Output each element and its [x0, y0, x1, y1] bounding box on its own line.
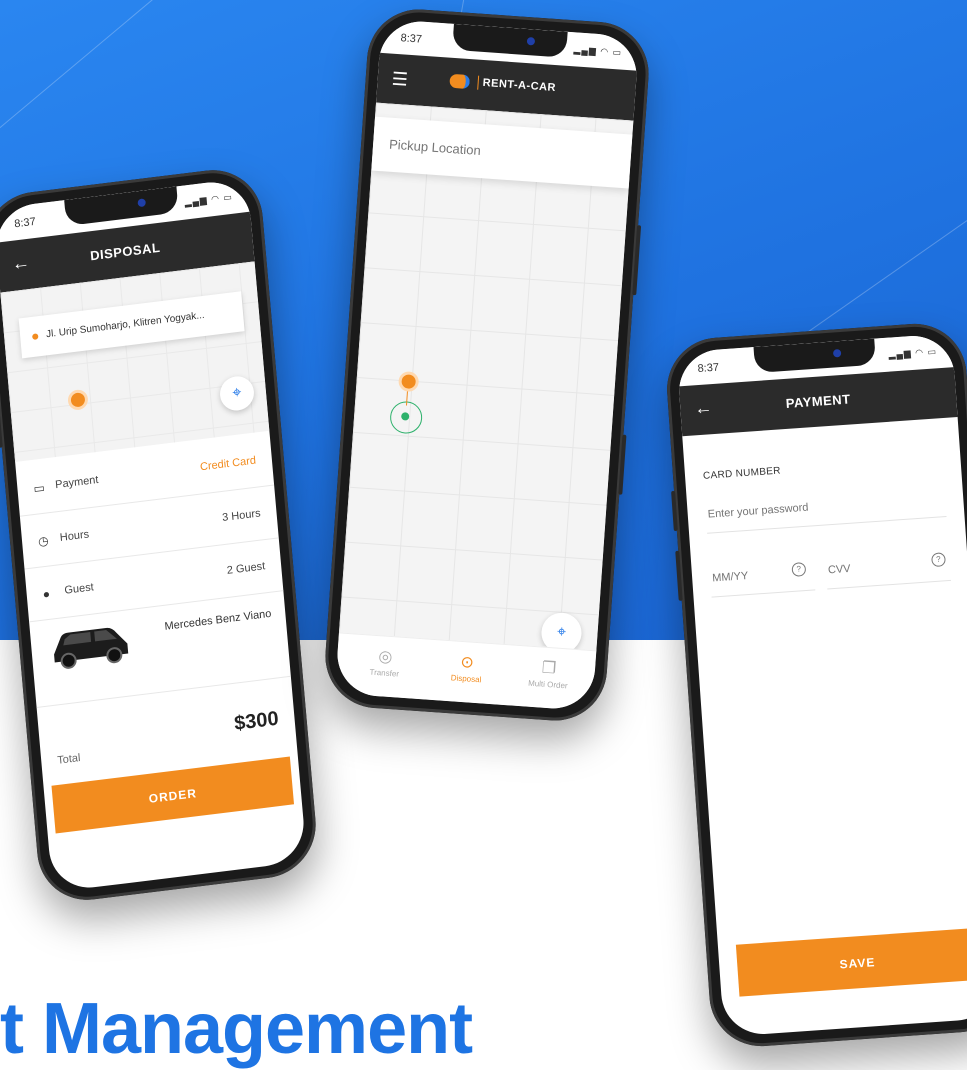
disposal-screen: 8:37 ▂▄▆ ◠ ▭ ← DISPOSAL Jl. Urip Sumohar… [0, 177, 308, 893]
total-label: Total [56, 752, 81, 767]
credit-card-icon: ▭ [32, 480, 46, 496]
signal-wifi-battery-icon: ▂▄▆ ◠ ▭ [573, 44, 623, 58]
order-button[interactable]: ORDER [51, 756, 295, 834]
signal-wifi-battery-icon: ▂▄▆ ◠ ▭ [184, 191, 234, 208]
location-dot-icon [32, 333, 39, 340]
save-button[interactable]: SAVE [735, 928, 967, 997]
row-label: Hours [59, 528, 90, 544]
phone-map: 8:37 ▂▄▆ ◠ ▭ ☰ RENT-A-CAR ⌖ ◎ Transfer ⊙… [321, 6, 653, 724]
phone-payment: 8:37 ▂▄▆ ◠ ▭ ← PAYMENT CARD NUMBER ? ? S… [663, 320, 967, 1050]
row-label: Payment [54, 473, 99, 492]
divider [36, 675, 291, 709]
status-time: 8:37 [13, 215, 37, 231]
hamburger-menu-icon[interactable]: ☰ [391, 69, 408, 91]
tab-label: Multi Order [527, 678, 568, 691]
signal-wifi-battery-icon: ▂▄▆ ◠ ▭ [888, 346, 938, 360]
cvv-input[interactable] [824, 543, 952, 590]
row-label: Guest [64, 581, 95, 597]
address-text: Jl. Urip Sumoharjo, Klitren Yogyak... [45, 309, 206, 341]
car-image [54, 627, 129, 669]
camera [526, 36, 535, 46]
rent-a-car-logo: RENT-A-CAR [449, 73, 557, 95]
card-number-label: CARD NUMBER [702, 465, 782, 482]
pickup-location-input[interactable] [386, 135, 592, 167]
page-title: PAYMENT [785, 391, 852, 411]
tab-transfer[interactable]: ◎ Transfer [344, 644, 426, 681]
tab-label: Disposal [450, 673, 482, 685]
clock-icon: ◷ [37, 533, 50, 549]
row-value: 2 Guest [226, 560, 266, 577]
total-value: $300 [233, 707, 280, 735]
map-view[interactable] [0, 261, 270, 462]
logo-text: RENT-A-CAR [482, 76, 557, 95]
location-pin-icon: ⊙ [459, 653, 475, 672]
payment-screen: 8:37 ▂▄▆ ◠ ▭ ← PAYMENT CARD NUMBER ? ? S… [676, 333, 967, 1037]
status-time: 8:37 [697, 361, 720, 376]
user-icon: ● [42, 586, 51, 602]
transfer-icon: ◎ [377, 648, 393, 667]
logo-mark-icon [449, 73, 471, 90]
card-number-input[interactable] [704, 480, 947, 534]
multi-order-icon: ❐ [541, 659, 557, 678]
row-value: 3 Hours [221, 507, 262, 525]
car-name: Mercedes Benz Viano [164, 607, 272, 633]
tab-disposal[interactable]: ⊙ Disposal [426, 650, 508, 687]
map-screen: 8:37 ▂▄▆ ◠ ▭ ☰ RENT-A-CAR ⌖ ◎ Transfer ⊙… [334, 18, 640, 712]
tab-label: Transfer [369, 667, 400, 679]
logo-separator [477, 75, 480, 90]
camera [137, 198, 147, 208]
row-value: Credit Card [199, 454, 257, 474]
camera [833, 348, 842, 358]
phone-side-button [0, 397, 3, 448]
tab-multi-order[interactable]: ❐ Multi Order [508, 655, 590, 692]
page-headline: t Management [0, 989, 473, 1069]
status-time: 8:37 [400, 32, 423, 46]
